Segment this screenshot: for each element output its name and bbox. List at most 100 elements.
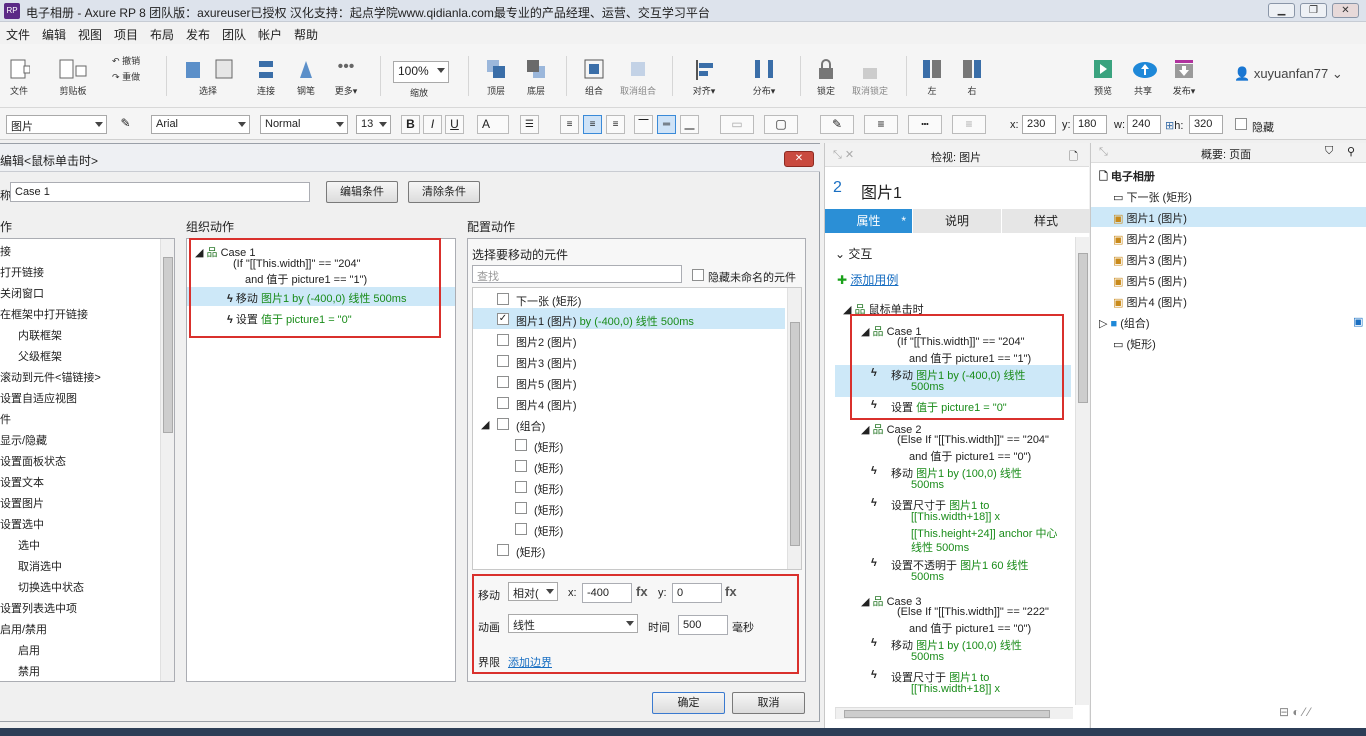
- y-input[interactable]: 180: [1073, 115, 1107, 134]
- action-show-hide[interactable]: 显示/隐藏: [0, 432, 47, 448]
- action-parent-frame[interactable]: 父级框架: [18, 348, 62, 364]
- action-list-scrollbar[interactable]: [160, 239, 174, 681]
- action-toggle-selected[interactable]: 切换选中状态: [18, 579, 84, 595]
- share-button[interactable]: 共享: [1130, 58, 1157, 97]
- widget-checkbox-checked[interactable]: ✓: [497, 313, 509, 325]
- file-button[interactable]: 文件: [8, 58, 31, 97]
- outline-item-group[interactable]: ▷ ■ (组合): [1099, 315, 1150, 331]
- group-button[interactable]: 组合: [582, 58, 606, 97]
- arrow-style-icon[interactable]: ≡: [952, 115, 986, 134]
- unlock-button[interactable]: 取消锁定: [850, 58, 890, 97]
- tab-properties[interactable]: 属性 *: [825, 209, 912, 233]
- pen-button[interactable]: 钢笔: [294, 58, 318, 97]
- action-set-adaptive-view[interactable]: 设置自适应视图: [0, 390, 77, 406]
- menu-file[interactable]: 文件: [6, 26, 30, 43]
- action-category-widget[interactable]: 件: [0, 411, 11, 427]
- valign-bottom-icon[interactable]: ⎽: [680, 115, 699, 134]
- tab-style[interactable]: 样式: [1002, 209, 1090, 233]
- action-category-link[interactable]: 接: [0, 243, 11, 259]
- widget-checkbox[interactable]: [515, 523, 527, 535]
- inspector-hscrollbar[interactable]: [835, 707, 1073, 719]
- action-continuation[interactable]: [[This.width+18]] x: [911, 683, 1000, 695]
- outline-item-picture5[interactable]: ▣ 图片5 (图片): [1113, 273, 1187, 289]
- action-set-list-selected[interactable]: 设置列表选中项: [0, 600, 77, 616]
- redo-button[interactable]: ↷ 重做: [112, 70, 140, 83]
- menu-help[interactable]: 帮助: [294, 26, 318, 43]
- action-continuation[interactable]: 500ms: [911, 479, 944, 491]
- bring-front-button[interactable]: 顶层: [484, 58, 508, 97]
- right-button[interactable]: 右: [960, 58, 984, 97]
- widget-item-picture5[interactable]: 图片5 (图片): [516, 376, 577, 392]
- widget-item-rect[interactable]: (矩形): [534, 502, 563, 518]
- shadow-icon[interactable]: ▢: [764, 115, 798, 134]
- align-right-text-icon[interactable]: ≡: [606, 115, 625, 134]
- align-left-text-icon[interactable]: ≡: [560, 115, 579, 134]
- action-continuation[interactable]: 500ms: [911, 571, 944, 583]
- action-continuation[interactable]: 500ms: [911, 651, 944, 663]
- width-input[interactable]: 240: [1127, 115, 1161, 134]
- action-set-panel-state[interactable]: 设置面板状态: [0, 453, 66, 469]
- action-disable[interactable]: 禁用: [18, 663, 40, 679]
- search-icon[interactable]: ⚲: [1347, 145, 1355, 158]
- action-continuation[interactable]: [[This.width+18]] x: [911, 511, 1000, 523]
- connect-button[interactable]: 连接: [254, 58, 278, 97]
- widget-item-picture3[interactable]: 图片3 (图片): [516, 355, 577, 371]
- action-set-selected[interactable]: 设置选中: [0, 516, 44, 532]
- action-set-image[interactable]: 设置图片: [0, 495, 44, 511]
- action-unselected[interactable]: 取消选中: [18, 558, 62, 574]
- menu-layout[interactable]: 布局: [150, 26, 174, 43]
- valign-middle-icon[interactable]: ═: [657, 115, 676, 134]
- style-edit-icon[interactable]: ✎: [116, 115, 135, 134]
- widget-search-input[interactable]: 查找: [472, 265, 682, 283]
- ungroup-button[interactable]: 取消组合: [620, 58, 656, 97]
- lock-button[interactable]: 锁定: [814, 58, 838, 97]
- widget-checkbox[interactable]: [515, 502, 527, 514]
- action-open-link[interactable]: 打开链接: [0, 264, 44, 280]
- outline-root[interactable]: 🗋 电子相册: [1099, 168, 1155, 187]
- line-color-icon[interactable]: ✎: [820, 115, 854, 134]
- height-input[interactable]: 320: [1189, 115, 1223, 134]
- add-case-button[interactable]: ✚ 添加用例: [837, 271, 898, 288]
- outline-item-next[interactable]: ▭ 下一张 (矩形): [1113, 189, 1192, 205]
- valign-top-icon[interactable]: ⎺: [634, 115, 653, 134]
- widget-checkbox[interactable]: [497, 544, 509, 556]
- font-style-select[interactable]: Normal: [260, 115, 348, 134]
- hidden-checkbox[interactable]: [1235, 118, 1247, 130]
- zoom-select[interactable]: 100%: [393, 61, 449, 83]
- select-button[interactable]: 选择: [180, 58, 236, 97]
- widget-checkbox[interactable]: [515, 481, 527, 493]
- preview-button[interactable]: 预览: [1090, 58, 1116, 97]
- widget-item-picture2[interactable]: 图片2 (图片): [516, 334, 577, 350]
- widget-checkbox[interactable]: [515, 439, 527, 451]
- case-name-input[interactable]: Case 1: [10, 182, 310, 202]
- tab-notes[interactable]: 说明: [913, 209, 1001, 233]
- menu-account[interactable]: 帐户: [258, 26, 282, 43]
- widget-name-field[interactable]: 图片1: [861, 179, 902, 203]
- bold-button[interactable]: B: [401, 115, 420, 134]
- outline-item-picture4[interactable]: ▣ 图片4 (图片): [1113, 294, 1187, 310]
- clipboard-button[interactable]: 剪贴板: [56, 58, 90, 97]
- widget-item-picture1[interactable]: 图片1 (图片) by (-400,0) 线性 500ms: [516, 313, 694, 329]
- font-family-select[interactable]: Arial: [151, 115, 250, 134]
- widget-checkbox[interactable]: [497, 418, 509, 430]
- publish-button[interactable]: 发布▾: [1170, 58, 1198, 97]
- outline-item-picture2[interactable]: ▣ 图片2 (图片): [1113, 231, 1187, 247]
- action-set-text[interactable]: 设置文本: [0, 474, 44, 490]
- aspect-lock-icon[interactable]: ⊞: [1165, 120, 1174, 132]
- action-open-in-frame[interactable]: 在框架中打开链接: [0, 306, 88, 322]
- widget-item-rect[interactable]: (矩形): [516, 544, 545, 560]
- widget-style-select[interactable]: 图片: [6, 115, 107, 134]
- action-close-window[interactable]: 关闭窗口: [0, 285, 44, 301]
- widget-checkbox[interactable]: [497, 376, 509, 388]
- widget-checkbox[interactable]: [497, 334, 509, 346]
- outline-item-picture3[interactable]: ▣ 图片3 (图片): [1113, 252, 1187, 268]
- expand-triangle-icon[interactable]: ◢: [481, 418, 489, 431]
- edit-condition-button[interactable]: 编辑条件: [326, 181, 398, 203]
- distribute-button[interactable]: 分布▾: [750, 58, 778, 97]
- ok-button[interactable]: 确定: [652, 692, 725, 714]
- more-button[interactable]: ••• 更多▾: [332, 58, 360, 97]
- collapse-icon[interactable]: ⤡ ✕: [833, 148, 854, 162]
- widget-item-rect[interactable]: (矩形): [534, 460, 563, 476]
- close-icon[interactable]: ✕: [784, 151, 814, 167]
- collapse-icon[interactable]: ⤡: [1099, 146, 1108, 159]
